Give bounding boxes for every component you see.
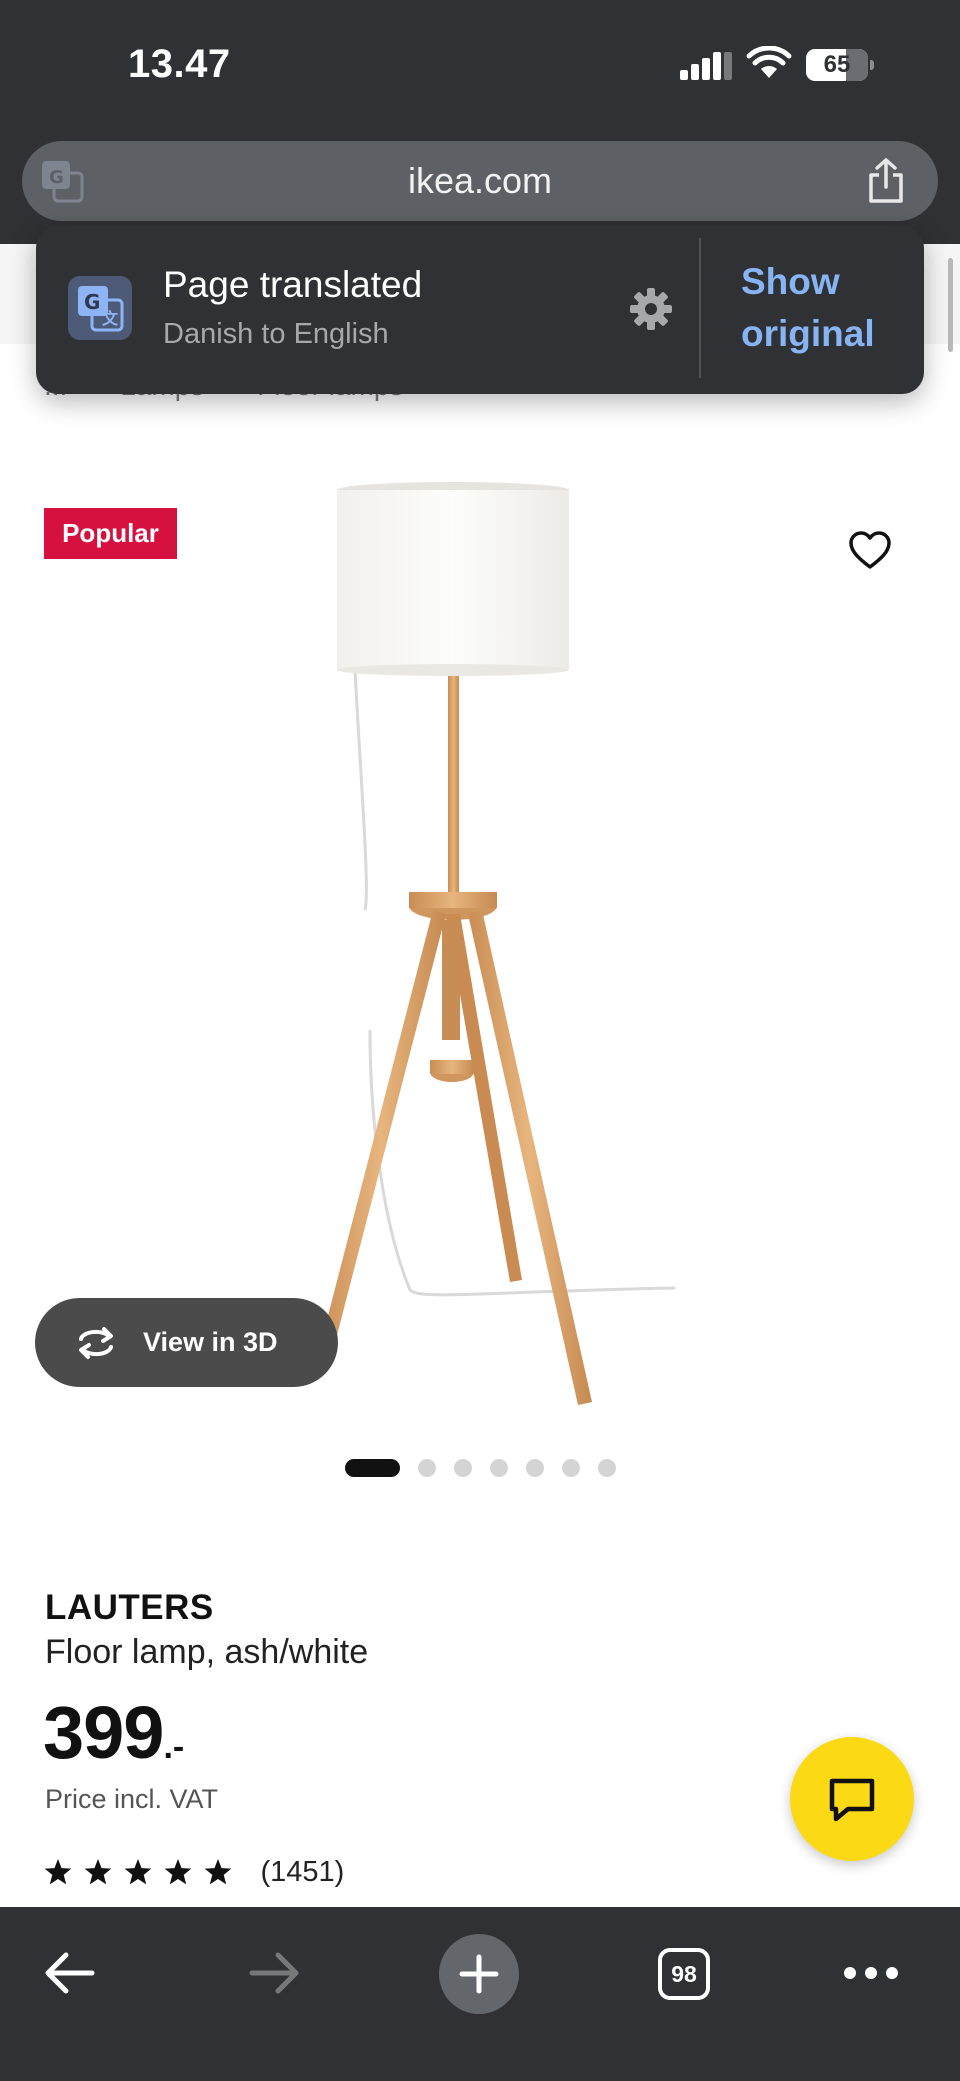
chat-button[interactable]	[790, 1737, 914, 1861]
cellular-signal-icon	[680, 52, 732, 80]
star-icon	[44, 1858, 72, 1884]
show-original-button[interactable]: Show original	[741, 256, 911, 360]
rating-count[interactable]: (1451)	[260, 1856, 344, 1889]
wifi-icon	[746, 46, 792, 78]
star-icon	[84, 1858, 112, 1884]
popular-badge: Popular	[44, 508, 177, 559]
plus-icon	[459, 1954, 499, 1994]
tabs-button[interactable]: 98	[658, 1948, 710, 2000]
tabs-count: 98	[671, 1961, 697, 1987]
browser-bottom-toolbar: 98	[0, 1907, 960, 2081]
star-rating-icon	[44, 1858, 232, 1884]
product-image[interactable]	[220, 470, 740, 1410]
product-price: 399.-	[43, 1690, 184, 1775]
carousel-dot[interactable]	[418, 1459, 436, 1477]
price-suffix: .-	[163, 1728, 185, 1766]
status-time: 13.47	[128, 42, 231, 86]
popup-divider	[699, 238, 701, 378]
forward-arrow-icon[interactable]	[248, 1950, 302, 1996]
battery-icon: 65	[806, 49, 874, 81]
rating[interactable]: (1451)	[44, 1856, 344, 1890]
url-text[interactable]: ikea.com	[22, 141, 938, 221]
carousel-dot[interactable]	[345, 1459, 400, 1477]
back-arrow-icon[interactable]	[42, 1950, 96, 1996]
share-icon[interactable]	[866, 157, 906, 205]
view-in-3d-button[interactable]: View in 3D	[35, 1298, 338, 1387]
translation-popup: G 文 Page translated Danish to English Sh…	[36, 226, 924, 394]
carousel-dot[interactable]	[526, 1459, 544, 1477]
google-translate-icon: G 文	[68, 276, 132, 340]
star-icon	[204, 1858, 232, 1884]
carousel-dot[interactable]	[562, 1459, 580, 1477]
price-value: 399	[43, 1691, 164, 1774]
chat-bubble-icon	[829, 1778, 875, 1822]
product-name[interactable]: LAUTERS	[45, 1588, 214, 1628]
star-icon	[164, 1858, 192, 1884]
svg-text:文: 文	[102, 309, 119, 328]
battery-level: 65	[823, 51, 851, 78]
more-menu-icon[interactable]	[843, 1961, 899, 1985]
svg-text:G: G	[84, 290, 100, 314]
rotate-3d-icon	[79, 1327, 113, 1359]
browser-top-chrome: 13.47 65 G ikea.com	[0, 0, 960, 244]
carousel-dot[interactable]	[598, 1459, 616, 1477]
gear-icon[interactable]	[628, 286, 674, 332]
vat-note: Price incl. VAT	[45, 1784, 219, 1814]
scroll-indicator	[948, 258, 953, 352]
address-bar[interactable]: G ikea.com	[22, 141, 938, 221]
popup-language-pair: Danish to English	[163, 318, 389, 350]
star-icon	[124, 1858, 152, 1884]
view-in-3d-label: View in 3D	[143, 1327, 278, 1357]
heart-outline-icon[interactable]	[848, 530, 892, 570]
carousel-dot[interactable]	[454, 1459, 472, 1477]
product-description: Floor lamp, ash/white	[45, 1633, 369, 1671]
new-tab-button[interactable]	[439, 1934, 519, 2014]
carousel-dot[interactable]	[490, 1459, 508, 1477]
popup-title: Page translated	[163, 264, 423, 305]
